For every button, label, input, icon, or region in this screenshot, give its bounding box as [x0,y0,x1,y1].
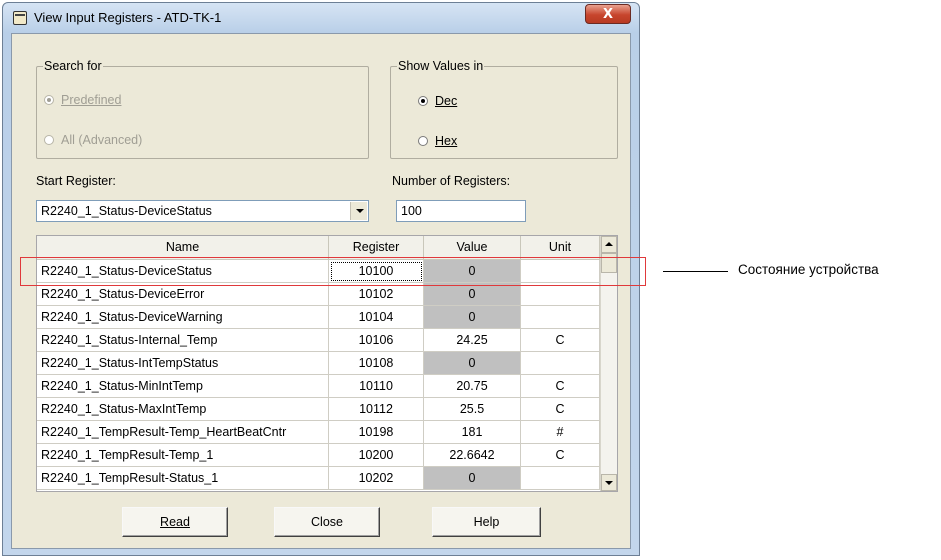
read-button[interactable]: Read [122,507,228,537]
title-bar[interactable]: View Input Registers - ATD-TK-1 X [3,3,639,33]
cell-unit[interactable]: # [521,421,600,444]
cell-unit[interactable] [521,306,600,329]
cell-name[interactable]: R2240_1_TempResult-Temp_1 [37,444,329,467]
table-row[interactable]: R2240_1_Status-DeviceError 10102 0 [37,283,600,306]
cell-register[interactable]: 10202 [329,467,424,490]
cell-unit[interactable] [521,352,600,375]
cell-register[interactable]: 10198 [329,421,424,444]
show-values-group: Show Values in Dec Hex [390,59,618,159]
chevron-down-icon[interactable] [350,202,367,220]
cell-register[interactable]: 10106 [329,329,424,352]
cell-register[interactable]: 10104 [329,306,424,329]
cell-name[interactable]: R2240_1_TempResult-Status_1 [37,467,329,490]
radio-predefined-indicator [44,95,54,105]
radio-dec-indicator [418,96,428,106]
scroll-up-icon[interactable] [601,236,617,253]
radio-all-advanced-label: All (Advanced) [61,133,143,147]
cell-value[interactable]: 0 [424,467,521,490]
cell-value[interactable]: 0 [424,283,521,306]
table-row[interactable]: R2240_1_Status-Internal_Temp 10106 24.25 C [37,329,600,352]
cell-register[interactable]: 10102 [329,283,424,306]
cell-unit[interactable]: C [521,398,600,421]
window-title: View Input Registers - ATD-TK-1 [34,10,222,25]
callout-line [663,271,728,272]
cell-value[interactable]: 20.75 [424,375,521,398]
callout-label: Состояние устройства [738,262,879,277]
cell-unit[interactable]: C [521,375,600,398]
show-values-legend: Show Values in [397,59,485,73]
highlight-box [20,257,646,286]
search-for-group: Search for Predefined All (Advanced) [36,59,369,159]
cell-value[interactable]: 0 [424,306,521,329]
cell-value[interactable]: 24.25 [424,329,521,352]
cell-register[interactable]: 10200 [329,444,424,467]
radio-all-advanced[interactable]: All (Advanced) [44,133,142,147]
table-row[interactable]: R2240_1_TempResult-Temp_HeartBeatCntr 101… [37,421,600,444]
number-of-registers-label: Number of Registers: [392,174,511,188]
radio-hex[interactable]: Hex [418,134,457,148]
table-row[interactable]: R2240_1_Status-MaxIntTemp 10112 25.5 C [37,398,600,421]
search-for-legend: Search for [43,59,103,73]
scroll-down-icon[interactable] [601,474,617,491]
read-button-label: Read [160,515,190,529]
cell-value[interactable]: 22.6642 [424,444,521,467]
dialog-client-area: Search for Predefined All (Advanced) Sho… [11,33,631,549]
table-body: R2240_1_Status-DeviceStatus 10100 0 R2240_1… [37,260,600,490]
close-button-label: Close [311,515,343,529]
start-register-label: Start Register: [36,174,116,188]
close-button[interactable]: Close [274,507,380,537]
start-register-dropdown[interactable]: R2240_1_Status-DeviceStatus [36,200,369,222]
cell-name[interactable]: R2240_1_Status-DeviceWarning [37,306,329,329]
cell-register[interactable]: 10112 [329,398,424,421]
help-button-label: Help [473,515,500,529]
cell-name[interactable]: R2240_1_Status-DeviceError [37,283,329,306]
radio-dec[interactable]: Dec [418,94,457,108]
cell-register[interactable]: 10108 [329,352,424,375]
app-icon [13,11,27,25]
cell-value[interactable]: 25.5 [424,398,521,421]
number-of-registers-value: 100 [401,204,422,218]
help-button[interactable]: Help [432,507,541,537]
cell-name[interactable]: R2240_1_Status-MaxIntTemp [37,398,329,421]
close-window-button[interactable]: X [585,4,631,24]
radio-hex-indicator [418,136,428,146]
cell-name[interactable]: R2240_1_Status-MinIntTemp [37,375,329,398]
start-register-value: R2240_1_Status-DeviceStatus [41,204,212,218]
cell-name[interactable]: R2240_1_TempResult-Temp_HeartBeatCntr [37,421,329,444]
cell-unit[interactable]: C [521,444,600,467]
table-row[interactable]: R2240_1_Status-DeviceWarning 10104 0 [37,306,600,329]
cell-unit[interactable]: C [521,329,600,352]
table-row[interactable]: R2240_1_Status-IntTempStatus 10108 0 [37,352,600,375]
table-row[interactable]: R2240_1_TempResult-Temp_1 10200 22.6642 C [37,444,600,467]
table-row[interactable]: R2240_1_TempResult-Status_1 10202 0 [37,467,600,490]
cell-register[interactable]: 10110 [329,375,424,398]
radio-dec-label: Dec [435,94,458,108]
cell-unit[interactable] [521,283,600,306]
cell-name[interactable]: R2240_1_Status-IntTempStatus [37,352,329,375]
cell-value[interactable]: 0 [424,352,521,375]
radio-predefined[interactable]: Predefined [44,93,121,107]
radio-hex-label: Hex [435,134,458,148]
cell-name[interactable]: R2240_1_Status-Internal_Temp [37,329,329,352]
table-row[interactable]: R2240_1_Status-MinIntTemp 10110 20.75 C [37,375,600,398]
cell-value[interactable]: 181 [424,421,521,444]
radio-predefined-label: Predefined [61,93,122,107]
cell-unit[interactable] [521,467,600,490]
radio-all-advanced-indicator [44,135,54,145]
number-of-registers-input[interactable]: 100 [396,200,526,222]
